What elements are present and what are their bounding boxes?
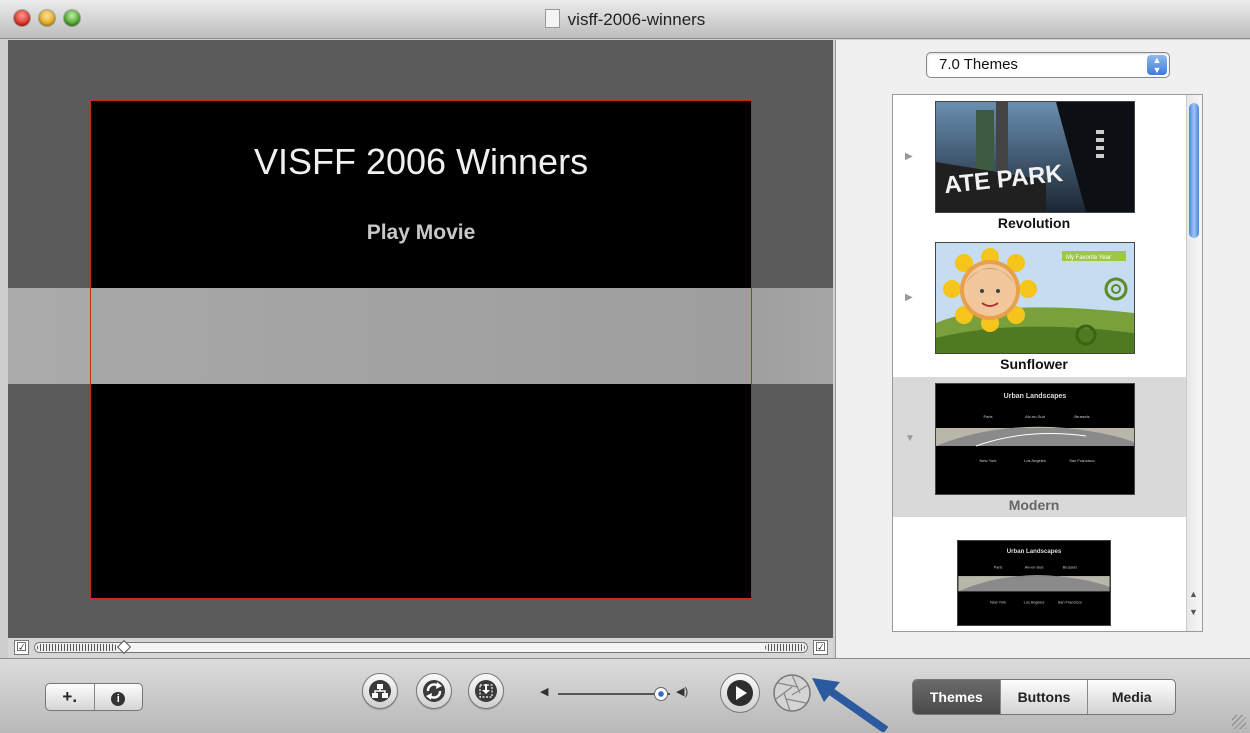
theme-set-popup[interactable]: 7.0 Themes ▲ ▼ — [926, 52, 1170, 78]
theme-name: Modern — [1008, 497, 1060, 513]
panel-tabs: Themes Buttons Media — [912, 679, 1176, 715]
themes-panel: 7.0 Themes ▲ ▼ ▶ ATE PARK Revolution ▶ M… — [835, 40, 1250, 658]
modern-thumbnail: Urban Landscapes Paris Aix-en-Sud Brusse… — [935, 383, 1135, 495]
menu-title[interactable]: VISFF 2006 Winners — [91, 141, 751, 183]
window-title: visff-2006-winners — [0, 9, 1250, 30]
svg-text:Brussels: Brussels — [1074, 414, 1089, 419]
disclosure-triangle-icon[interactable]: ▶ — [905, 292, 913, 303]
svg-text:Urban Landscapes: Urban Landscapes — [1007, 548, 1062, 555]
theme-list-scrollbar[interactable]: ▲ ▼ — [1186, 95, 1202, 631]
start-checkbox[interactable]: ☑ — [14, 640, 29, 655]
svg-text:Los Angeles: Los Angeles — [1024, 601, 1045, 605]
theme-list[interactable]: ▶ ATE PARK Revolution ▶ My Favorite Year… — [892, 94, 1203, 632]
svg-text:Aix-en-Sud: Aix-en-Sud — [1025, 565, 1044, 569]
svg-text:Brussels: Brussels — [1063, 565, 1078, 569]
motion-button[interactable] — [416, 673, 452, 709]
end-checkbox[interactable]: ☑ — [813, 640, 828, 655]
menu-drop-zone[interactable] — [91, 288, 751, 384]
volume-low-icon: ◀ — [540, 686, 549, 698]
info-button[interactable]: i — [95, 684, 143, 710]
svg-text:Paris: Paris — [983, 414, 992, 419]
volume-slider-knob[interactable] — [654, 687, 668, 701]
tab-media[interactable]: Media — [1088, 680, 1175, 714]
menu-preview[interactable]: VISFF 2006 Winners Play Movie — [8, 40, 833, 638]
svg-text:Paris: Paris — [994, 565, 1003, 569]
revolution-thumbnail: ATE PARK — [935, 101, 1135, 213]
document-icon — [544, 9, 560, 28]
theme-item-modern-preview[interactable]: Urban Landscapes Paris Aix-en-Sud Brusse… — [893, 518, 1186, 631]
title-bar: visff-2006-winners — [0, 0, 1250, 39]
volume-control: ◀ ◀) — [540, 686, 700, 701]
modern-heading: Urban Landscapes — [1004, 393, 1067, 400]
tab-themes[interactable]: Themes — [913, 680, 1001, 714]
svg-text:San Francisco: San Francisco — [1058, 601, 1082, 605]
disclosure-triangle-expanded-icon[interactable]: ▼ — [905, 433, 915, 444]
scrubber-right-handle[interactable] — [765, 644, 805, 651]
svg-text:Aix-en-Sud: Aix-en-Sud — [1025, 414, 1045, 419]
volume-high-icon: ◀) — [676, 686, 689, 698]
svg-text:Los Angeles: Los Angeles — [1024, 458, 1046, 463]
scrubber-left-handle[interactable] — [37, 644, 117, 651]
theme-name: Sunflower — [1000, 356, 1068, 372]
drop-zone-icon — [475, 680, 497, 702]
play-icon — [727, 680, 753, 706]
drop-zone-button[interactable] — [468, 673, 504, 709]
annotation-arrow-icon — [812, 678, 889, 732]
add-info-button-group: +. i — [45, 683, 143, 711]
loop-scrubber: ☑ ☑ — [8, 638, 833, 658]
add-button[interactable]: +. — [46, 684, 95, 710]
sunflower-heading: My Favorite Year — [1066, 255, 1111, 261]
svg-text:New York: New York — [990, 601, 1006, 605]
sunflower-thumbnail: My Favorite Year — [935, 242, 1135, 354]
menu-frame[interactable]: VISFF 2006 Winners Play Movie — [90, 100, 752, 599]
play-button[interactable] — [720, 673, 760, 713]
disclosure-triangle-icon[interactable]: ▶ — [905, 151, 913, 162]
theme-item-sunflower[interactable]: ▶ My Favorite Year Sunflower — [893, 236, 1186, 376]
resize-grip-icon[interactable] — [1232, 715, 1246, 729]
scrubber-track[interactable] — [34, 639, 808, 655]
theme-item-revolution[interactable]: ▶ ATE PARK Revolution — [893, 95, 1186, 235]
info-icon: i — [111, 692, 126, 706]
svg-text:New York: New York — [980, 458, 997, 463]
popup-arrows-icon: ▲ ▼ — [1147, 55, 1167, 75]
modern-menu-thumbnail: Urban Landscapes Paris Aix-en-Sud Brusse… — [957, 540, 1111, 626]
scrollbar-thumb[interactable] — [1189, 103, 1199, 238]
theme-item-modern[interactable]: ▼ Urban Landscapes Paris Aix-en-Sud Brus… — [893, 377, 1186, 517]
loop-arrows-icon — [423, 680, 445, 702]
map-icon — [369, 680, 391, 702]
svg-text:San Francisco: San Francisco — [1069, 458, 1095, 463]
theme-name: Revolution — [997, 215, 1071, 231]
map-view-button[interactable] — [362, 673, 398, 709]
playhead-icon[interactable] — [116, 639, 132, 655]
play-movie-button[interactable]: Play Movie — [91, 221, 751, 245]
scroll-up-icon[interactable]: ▲ — [1189, 589, 1198, 599]
bottom-toolbar: +. i ◀ ◀) Themes Buttons Media — [0, 658, 1250, 733]
scroll-down-icon[interactable]: ▼ — [1189, 607, 1198, 617]
tab-buttons[interactable]: Buttons — [1001, 680, 1089, 714]
